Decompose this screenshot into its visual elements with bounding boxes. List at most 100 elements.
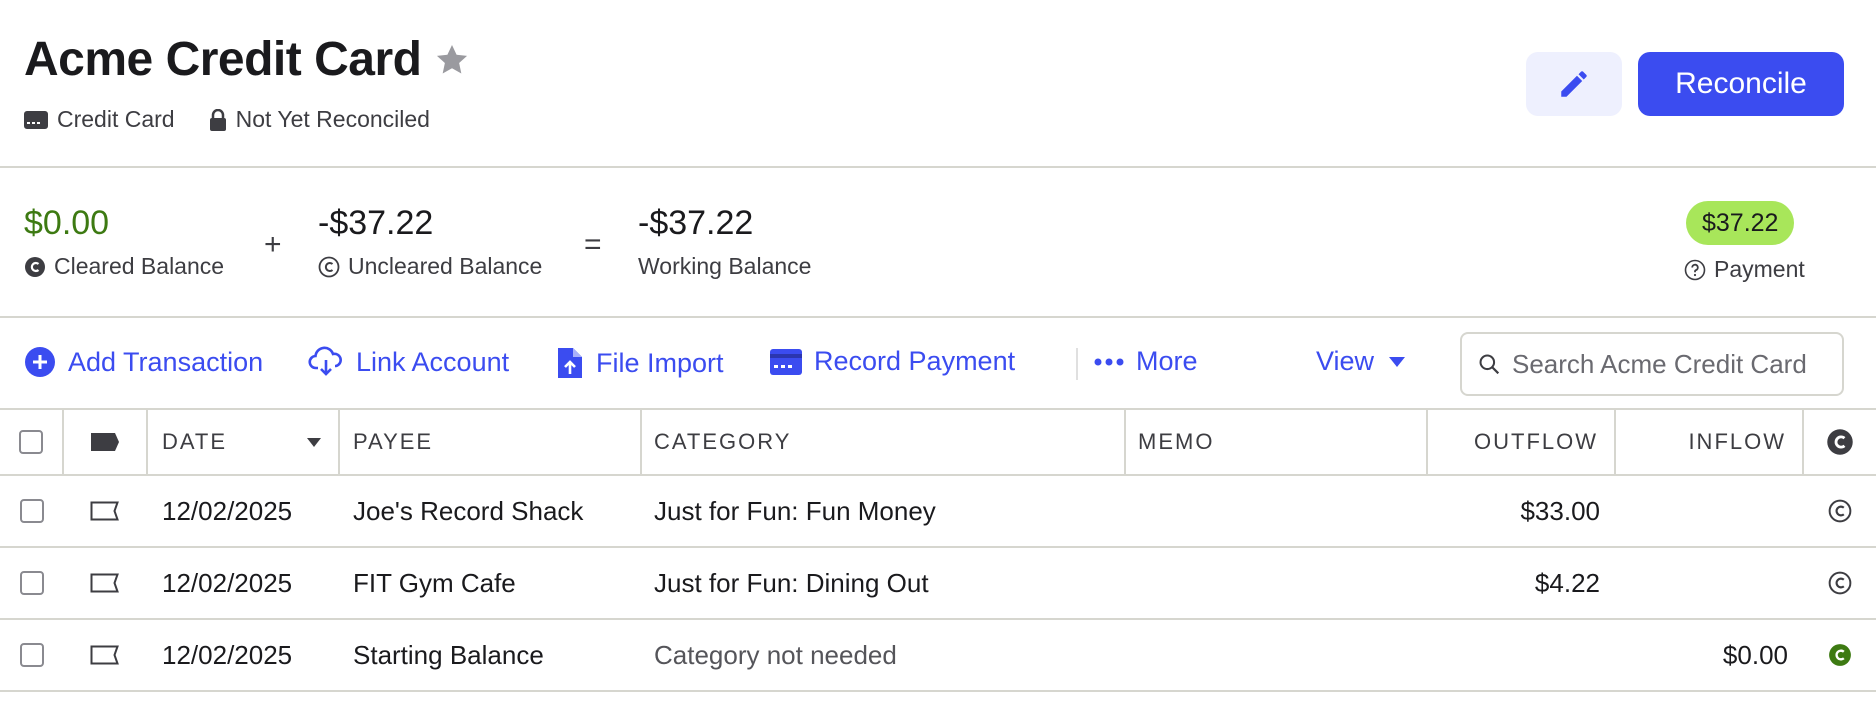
pencil-icon (1561, 71, 1587, 97)
date-column-header[interactable]: DATE (148, 410, 340, 474)
row-inflow[interactable]: $0.00 (1616, 620, 1804, 690)
add-transaction-label: Add Transaction (68, 346, 264, 377)
inflow-column-header[interactable]: INFLOW (1616, 410, 1804, 474)
outflow-column-header[interactable]: OUTFLOW (1428, 410, 1616, 474)
row-payee[interactable]: Starting Balance (340, 620, 642, 690)
row-date[interactable]: 12/02/2025 (148, 620, 340, 690)
memo-column-header[interactable]: MEMO (1126, 410, 1428, 474)
flag-outline-icon[interactable] (90, 645, 122, 665)
payment-label-row: Payment (1684, 256, 1805, 283)
record-payment-label: Record Payment (814, 346, 1016, 376)
more-button[interactable]: More (1094, 346, 1198, 377)
view-label: View (1316, 346, 1375, 376)
row-cleared-cell (1804, 476, 1876, 546)
flag-icon (91, 433, 119, 451)
cleared-icon[interactable] (1828, 643, 1852, 667)
reconcile-status: Not Yet Reconciled (209, 106, 430, 133)
flag-outline-icon[interactable] (90, 573, 122, 593)
row-memo[interactable] (1126, 476, 1428, 546)
row-outflow[interactable] (1428, 620, 1616, 690)
cleared-column-header[interactable] (1804, 410, 1876, 474)
row-cleared-cell (1804, 548, 1876, 618)
category-column-header[interactable]: CATEGORY (642, 410, 1126, 474)
caret-down-icon (1389, 356, 1406, 367)
payment-label: Payment (1714, 256, 1805, 282)
star-icon[interactable] (433, 41, 471, 79)
select-all-checkbox[interactable] (19, 430, 43, 454)
row-select-cell (0, 620, 64, 690)
row-memo[interactable] (1126, 620, 1428, 690)
working-balance-label-row: Working Balance (638, 253, 811, 280)
select-all-cell (0, 410, 64, 474)
row-outflow[interactable]: $4.22 (1428, 548, 1616, 618)
credit-card-icon (24, 110, 48, 129)
reconcile-button[interactable]: Reconcile (1638, 52, 1844, 116)
working-balance: -$37.22 Working Balance (638, 204, 811, 280)
file-import-icon (558, 348, 582, 378)
row-date[interactable]: 12/02/2025 (148, 548, 340, 618)
row-inflow[interactable] (1616, 476, 1804, 546)
title-row: Acme Credit Card (24, 32, 471, 87)
uncleared-icon[interactable] (1828, 571, 1852, 595)
search-box[interactable] (1460, 332, 1844, 396)
view-dropdown[interactable]: View (1316, 346, 1418, 377)
working-balance-label: Working Balance (638, 253, 812, 279)
uncleared-icon[interactable] (1828, 499, 1852, 523)
file-import-label: File Import (596, 347, 724, 378)
help-icon[interactable] (1684, 259, 1706, 281)
row-date[interactable]: 12/02/2025 (148, 476, 340, 546)
equals-operator: = (584, 228, 602, 261)
file-import-button[interactable]: File Import (556, 346, 724, 380)
row-category[interactable]: Just for Fun: Fun Money (642, 476, 1126, 546)
cleared-balance-label-row: Cleared Balance (24, 253, 224, 280)
cleared-icon (1827, 429, 1853, 455)
row-memo[interactable] (1126, 548, 1428, 618)
table-row[interactable]: 12/02/2025 Starting Balance Category not… (0, 620, 1876, 692)
toolbar-divider (1076, 348, 1078, 380)
transactions-table: DATE PAYEE CATEGORY MEMO OUTFLOW INFLOW … (0, 410, 1876, 692)
add-transaction-button[interactable]: Add Transaction (24, 346, 263, 378)
search-icon (1479, 354, 1500, 375)
row-inflow[interactable] (1616, 548, 1804, 618)
table-header-row: DATE PAYEE CATEGORY MEMO OUTFLOW INFLOW (0, 410, 1876, 476)
account-type-label: Credit Card (57, 106, 175, 132)
row-checkbox[interactable] (20, 571, 44, 595)
account-title: Acme Credit Card (24, 33, 422, 86)
plus-operator: + (264, 228, 282, 261)
transaction-toolbar: Add Transaction Link Account File Import… (0, 318, 1876, 410)
row-checkbox[interactable] (20, 643, 44, 667)
edit-account-button[interactable] (1526, 52, 1622, 116)
credit-card-icon (770, 348, 802, 375)
row-payee[interactable]: Joe's Record Shack (340, 476, 642, 546)
ellipsis-icon (1094, 358, 1124, 365)
row-category[interactable]: Just for Fun: Dining Out (642, 548, 1126, 618)
row-payee[interactable]: FIT Gym Cafe (340, 548, 642, 618)
uncleared-icon (318, 256, 340, 277)
link-account-button[interactable]: Link Account (308, 346, 509, 378)
row-checkbox[interactable] (20, 499, 44, 523)
date-header-label: DATE (162, 429, 228, 454)
record-payment-button[interactable]: Record Payment (770, 346, 1015, 377)
table-row[interactable]: 12/02/2025 FIT Gym Cafe Just for Fun: Di… (0, 548, 1876, 620)
uncleared-balance-label: Uncleared Balance (348, 253, 543, 279)
row-flag-cell (64, 476, 148, 546)
balance-summary: $0.00 Cleared Balance + -$37.22 Uncleare… (0, 168, 1876, 318)
plus-circle-icon (25, 347, 55, 377)
table-row[interactable]: 12/02/2025 Joe's Record Shack Just for F… (0, 476, 1876, 548)
more-label: More (1136, 346, 1198, 376)
flag-outline-icon[interactable] (90, 501, 122, 521)
row-outflow[interactable]: $33.00 (1428, 476, 1616, 546)
row-category[interactable]: Category not needed (642, 620, 1126, 690)
payee-column-header[interactable]: PAYEE (340, 410, 642, 474)
flag-column-header[interactable] (64, 410, 148, 474)
cleared-balance-value: $0.00 (24, 204, 110, 242)
uncleared-balance-value: -$37.22 (318, 204, 434, 242)
link-account-label: Link Account (356, 346, 510, 377)
uncleared-balance-label-row: Uncleared Balance (318, 253, 542, 280)
working-balance-value: -$37.22 (638, 204, 754, 242)
payment-amount-badge[interactable]: $37.22 (1686, 201, 1795, 245)
reconcile-status-label: Not Yet Reconciled (235, 106, 430, 132)
row-flag-cell (64, 620, 148, 690)
cleared-icon (25, 256, 45, 277)
search-input[interactable] (1512, 348, 1842, 380)
